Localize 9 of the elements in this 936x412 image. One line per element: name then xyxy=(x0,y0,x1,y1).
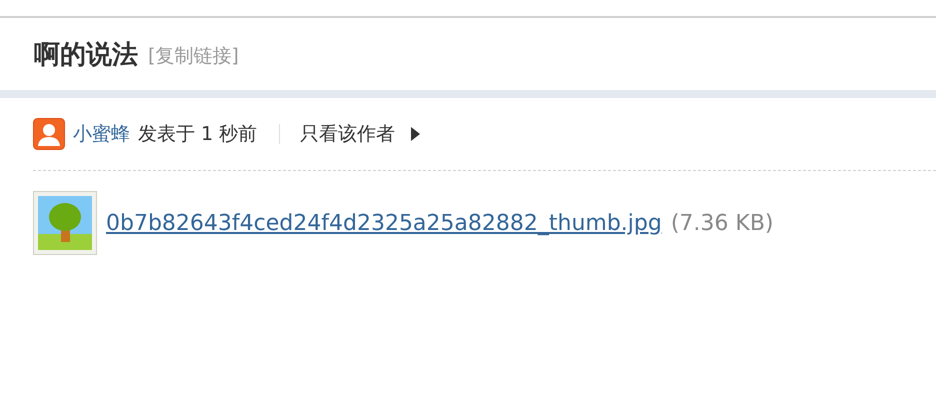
triangle-right-icon xyxy=(411,127,420,141)
post-title: 啊的说法 xyxy=(34,38,138,72)
attachment-link[interactable]: 0b7b82643f4ced24f4d2325a25a82882_thumb.jpg xyxy=(106,210,662,236)
file-size: (7.36 KB) xyxy=(670,210,774,236)
image-file-icon xyxy=(33,191,97,255)
post-time: 发表于 1 秒前 xyxy=(138,122,258,147)
author-link[interactable]: 小蜜蜂 xyxy=(73,121,130,147)
only-author-link[interactable]: 只看该作者 xyxy=(300,121,396,147)
avatar-icon[interactable] xyxy=(33,118,65,150)
